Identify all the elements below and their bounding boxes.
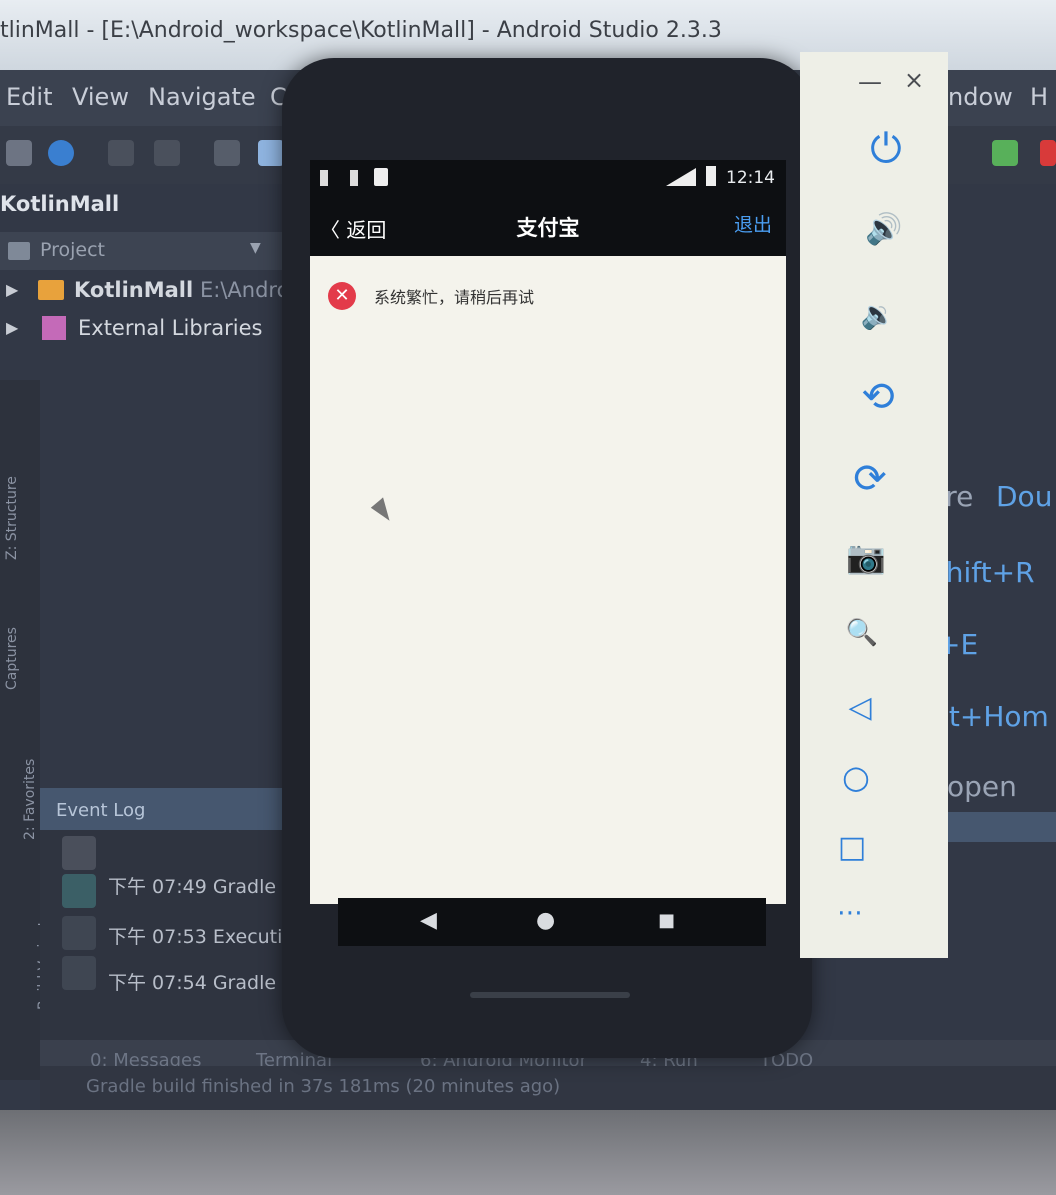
volume-down-icon[interactable]: 🔉 — [848, 298, 908, 331]
power-icon[interactable]: ⏻ — [856, 126, 916, 172]
undo-icon[interactable] — [108, 140, 134, 166]
tree-item-name: KotlinMall — [74, 278, 194, 302]
left-tool-strip: Z: Structure Captures 2: Favorites Build… — [0, 380, 52, 1080]
sync-icon[interactable] — [48, 140, 74, 166]
minimize-button[interactable]: — — [858, 68, 882, 96]
tree-item-external-libraries[interactable]: ▶ External Libraries — [0, 312, 300, 348]
log-entry: 下午 07:53 Executing — [108, 926, 307, 948]
webview-content: ✕ 系统繁忙，请稍后再试 — [310, 256, 786, 904]
error-icon: ✕ — [328, 282, 356, 310]
desk-surface — [0, 1110, 1056, 1195]
project-view-label: Project — [40, 239, 106, 261]
menu-edit[interactable]: Edit — [6, 83, 52, 111]
menu-navigate[interactable]: Navigate — [148, 83, 256, 111]
hint-shortcut: Dou — [996, 480, 1053, 513]
phone-speaker-grille — [470, 992, 630, 998]
close-button[interactable]: × — [904, 66, 924, 94]
clock: 12:14 — [726, 168, 775, 188]
side-tab-captures[interactable]: Captures — [4, 627, 20, 690]
rotate-left-icon[interactable]: ⟲ — [848, 374, 908, 420]
overview-icon[interactable]: □ — [822, 830, 882, 865]
android-nav-bar: ◀ ● ■ — [338, 898, 766, 946]
side-tab-favorites[interactable]: 2: Favorites — [22, 759, 38, 840]
redo-icon[interactable] — [154, 140, 180, 166]
window-title: tlinMall - [E:\Android_workspace\KotlinM… — [0, 18, 722, 43]
page-title: 支付宝 — [516, 216, 580, 240]
project-icon — [8, 242, 30, 260]
save-icon[interactable] — [6, 140, 32, 166]
alipay-app-bar: 〈 返回 支付宝 退出 — [310, 200, 786, 256]
copy-icon[interactable] — [258, 140, 284, 166]
nav-back-button[interactable]: ◀ — [420, 908, 437, 933]
camera-icon[interactable]: 📷 — [836, 538, 896, 576]
chevron-down-icon[interactable]: ▼ — [250, 240, 261, 256]
tree-item-kotlinmall[interactable]: ▶ KotlinMall E:\Andro — [0, 274, 300, 310]
exit-button[interactable]: 退出 — [734, 210, 772, 237]
folder-icon — [38, 280, 64, 300]
sd-card-icon — [374, 168, 388, 186]
expand-arrow-icon[interactable]: ▶ — [6, 280, 18, 299]
log-entry: 下午 07:54 Gradle bu — [108, 972, 307, 994]
signal-icon — [666, 168, 696, 186]
more-icon[interactable]: ⋯ — [820, 898, 880, 928]
project-view-selector[interactable]: Project ▼ — [0, 232, 300, 270]
nav-home-button[interactable]: ● — [536, 908, 555, 933]
device-icon[interactable] — [992, 140, 1018, 166]
event-log-title: Event Log — [56, 800, 146, 821]
menu-help[interactable]: H — [1030, 83, 1048, 111]
tree-item-name: External Libraries — [78, 316, 263, 340]
menu-view[interactable]: View — [72, 83, 129, 111]
event-log-header[interactable]: Event Log — [40, 788, 310, 830]
event-log-panel: 下午 07:49 Gradle bu 下午 07:53 Executing 下午… — [40, 830, 320, 1040]
log-entry-icon — [62, 956, 96, 990]
notification-icon — [320, 170, 328, 186]
status-bar: Gradle build finished in 37s 181ms (20 m… — [40, 1066, 1056, 1110]
log-entry: 下午 07:49 Gradle bu — [108, 876, 307, 898]
cut-icon[interactable] — [214, 140, 240, 166]
side-tab-structure[interactable]: Z: Structure — [4, 476, 20, 560]
tree-item-path: E:\Andro — [200, 278, 290, 302]
error-message: 系统繁忙，请稍后再试 — [374, 288, 535, 307]
settings-icon[interactable] — [62, 836, 96, 870]
log-entry-icon — [62, 916, 96, 950]
battery-icon — [706, 166, 716, 186]
home-icon[interactable]: ○ — [826, 758, 886, 796]
log-entry-icon — [62, 874, 96, 908]
nav-recent-button[interactable]: ■ — [658, 910, 675, 931]
android-status-bar: 12:14 — [310, 160, 786, 200]
status-message: Gradle build finished in 37s 181ms (20 m… — [86, 1076, 561, 1097]
project-name: KotlinMall — [0, 192, 120, 216]
mouse-cursor-icon — [370, 497, 398, 525]
back-icon[interactable]: ◁ — [830, 690, 890, 725]
volume-up-icon[interactable]: 🔊 — [854, 212, 914, 247]
library-icon — [42, 316, 66, 340]
zoom-icon[interactable]: 🔍 — [832, 618, 892, 648]
rotate-right-icon[interactable]: ⟳ — [840, 456, 900, 502]
stop-icon[interactable] — [1040, 140, 1056, 166]
expand-arrow-icon[interactable]: ▶ — [6, 318, 18, 337]
emulator-control-panel: — × ⏻ 🔊 🔉 ⟲ ⟳ 📷 🔍 ◁ ○ □ ⋯ — [800, 52, 948, 958]
menu-window[interactable]: ndow — [948, 83, 1013, 111]
notification-icon — [350, 170, 358, 186]
